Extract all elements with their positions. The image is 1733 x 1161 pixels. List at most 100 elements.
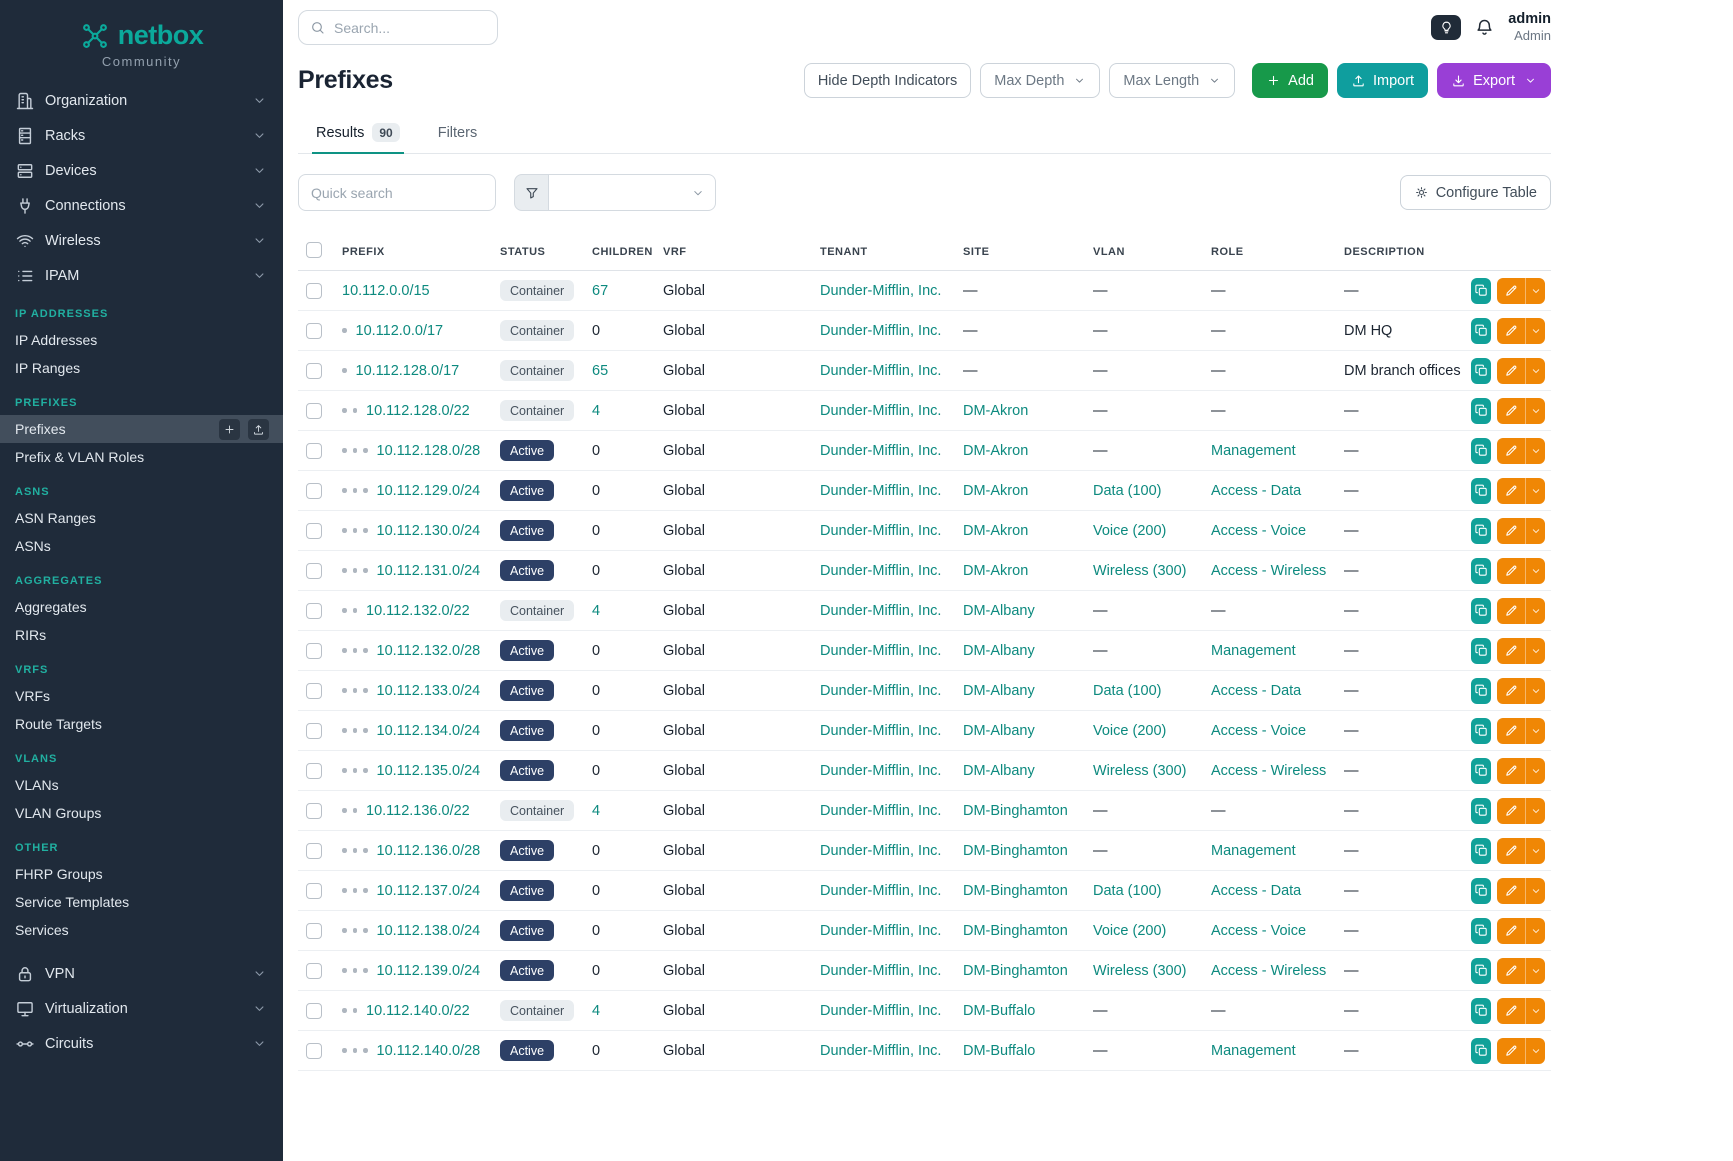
sidebar-item-ip-ranges[interactable]: IP Ranges — [0, 354, 283, 382]
row-actions-dropdown[interactable] — [1525, 598, 1545, 624]
row-actions-dropdown[interactable] — [1525, 558, 1545, 584]
prefix-link[interactable]: 10.112.0.0/17 — [356, 323, 444, 339]
sidebar-item-ipam[interactable]: IPAM — [0, 258, 283, 293]
site-link[interactable]: DM-Akron — [963, 563, 1028, 579]
role-link[interactable]: Management — [1211, 1043, 1296, 1059]
site-link[interactable]: DM-Binghamton — [963, 963, 1068, 979]
edit-button[interactable] — [1497, 998, 1525, 1024]
export-dropdown[interactable]: Export — [1437, 63, 1551, 98]
edit-button[interactable] — [1497, 1038, 1525, 1064]
row-checkbox[interactable] — [306, 763, 322, 779]
edit-button[interactable] — [1497, 598, 1525, 624]
tenant-link[interactable]: Dunder-Mifflin, Inc. — [820, 963, 941, 979]
theme-toggle-button[interactable] — [1431, 15, 1461, 40]
site-link[interactable]: DM-Buffalo — [963, 1043, 1035, 1059]
sidebar-item-rirs[interactable]: RIRs — [0, 621, 283, 649]
children-count-link[interactable]: 4 — [592, 803, 600, 819]
select-all-checkbox[interactable] — [306, 242, 322, 258]
children-count-link[interactable]: 4 — [592, 603, 600, 619]
column-header-children[interactable]: CHILDREN — [584, 237, 655, 267]
row-actions-dropdown[interactable] — [1525, 798, 1545, 824]
search-input[interactable] — [334, 20, 486, 36]
sidebar-item-connections[interactable]: Connections — [0, 188, 283, 223]
prefix-link[interactable]: 10.112.129.0/24 — [377, 483, 481, 499]
vlan-link[interactable]: Voice (200) — [1093, 523, 1166, 539]
role-link[interactable]: Access - Wireless — [1211, 963, 1326, 979]
row-actions-dropdown[interactable] — [1525, 958, 1545, 984]
tenant-link[interactable]: Dunder-Mifflin, Inc. — [820, 1003, 941, 1019]
tenant-link[interactable]: Dunder-Mifflin, Inc. — [820, 923, 941, 939]
edit-button[interactable] — [1497, 758, 1525, 784]
vlan-link[interactable]: Voice (200) — [1093, 723, 1166, 739]
role-link[interactable]: Access - Data — [1211, 683, 1301, 699]
site-link[interactable]: DM-Binghamton — [963, 923, 1068, 939]
row-checkbox[interactable] — [306, 843, 322, 859]
row-actions-dropdown[interactable] — [1525, 478, 1545, 504]
row-actions-dropdown[interactable] — [1525, 638, 1545, 664]
clone-button[interactable] — [1471, 718, 1491, 744]
sidebar-item-prefixes[interactable]: Prefixes — [0, 415, 283, 443]
prefix-link[interactable]: 10.112.139.0/24 — [377, 963, 481, 979]
site-link[interactable]: DM-Binghamton — [963, 803, 1068, 819]
role-link[interactable]: Access - Voice — [1211, 723, 1306, 739]
prefix-link[interactable]: 10.112.134.0/24 — [377, 723, 481, 739]
clone-button[interactable] — [1471, 438, 1491, 464]
prefix-link[interactable]: 10.112.131.0/24 — [377, 563, 481, 579]
tenant-link[interactable]: Dunder-Mifflin, Inc. — [820, 523, 941, 539]
vlan-link[interactable]: Data (100) — [1093, 683, 1162, 699]
upload-quick-button[interactable] — [248, 419, 269, 440]
vlan-link[interactable]: Wireless (300) — [1093, 563, 1186, 579]
configure-table-button[interactable]: Configure Table — [1400, 175, 1551, 210]
clone-button[interactable] — [1471, 878, 1491, 904]
edit-button[interactable] — [1497, 638, 1525, 664]
site-link[interactable]: DM-Albany — [963, 723, 1035, 739]
column-header-prefix[interactable]: PREFIX — [334, 237, 492, 267]
prefix-link[interactable]: 10.112.128.0/22 — [366, 403, 470, 419]
tenant-link[interactable]: Dunder-Mifflin, Inc. — [820, 443, 941, 459]
site-link[interactable]: DM-Akron — [963, 443, 1028, 459]
site-link[interactable]: DM-Buffalo — [963, 1003, 1035, 1019]
tenant-link[interactable]: Dunder-Mifflin, Inc. — [820, 723, 941, 739]
tenant-link[interactable]: Dunder-Mifflin, Inc. — [820, 683, 941, 699]
clone-button[interactable] — [1471, 358, 1491, 384]
site-link[interactable]: DM-Akron — [963, 523, 1028, 539]
row-checkbox[interactable] — [306, 563, 322, 579]
tenant-link[interactable]: Dunder-Mifflin, Inc. — [820, 603, 941, 619]
edit-button[interactable] — [1497, 278, 1525, 304]
children-count-link[interactable]: 4 — [592, 403, 600, 419]
edit-button[interactable] — [1497, 518, 1525, 544]
clone-button[interactable] — [1471, 918, 1491, 944]
vlan-link[interactable]: Voice (200) — [1093, 923, 1166, 939]
row-actions-dropdown[interactable] — [1525, 998, 1545, 1024]
sidebar-item-aggregates[interactable]: Aggregates — [0, 593, 283, 621]
tenant-link[interactable]: Dunder-Mifflin, Inc. — [820, 403, 941, 419]
site-link[interactable]: DM-Akron — [963, 483, 1028, 499]
prefix-link[interactable]: 10.112.136.0/28 — [377, 843, 481, 859]
column-header-vrf[interactable]: VRF — [655, 237, 812, 267]
row-checkbox[interactable] — [306, 963, 322, 979]
row-checkbox[interactable] — [306, 363, 322, 379]
sidebar-item-vrfs[interactable]: VRFs — [0, 682, 283, 710]
prefix-link[interactable]: 10.112.132.0/28 — [377, 643, 481, 659]
clone-button[interactable] — [1471, 478, 1491, 504]
role-link[interactable]: Management — [1211, 643, 1296, 659]
hide-depth-indicators-button[interactable]: Hide Depth Indicators — [804, 63, 971, 98]
site-link[interactable]: DM-Albany — [963, 603, 1035, 619]
row-checkbox[interactable] — [306, 683, 322, 699]
user-menu[interactable]: admin Admin — [1508, 10, 1551, 44]
children-count-link[interactable]: 4 — [592, 1003, 600, 1019]
clone-button[interactable] — [1471, 638, 1491, 664]
edit-button[interactable] — [1497, 318, 1525, 344]
prefix-link[interactable]: 10.112.130.0/24 — [377, 523, 481, 539]
row-actions-dropdown[interactable] — [1525, 878, 1545, 904]
role-link[interactable]: Access - Voice — [1211, 923, 1306, 939]
site-link[interactable]: DM-Albany — [963, 643, 1035, 659]
row-actions-dropdown[interactable] — [1525, 718, 1545, 744]
sidebar-item-racks[interactable]: Racks — [0, 118, 283, 153]
edit-button[interactable] — [1497, 918, 1525, 944]
clone-button[interactable] — [1471, 838, 1491, 864]
site-link[interactable]: DM-Binghamton — [963, 843, 1068, 859]
row-actions-dropdown[interactable] — [1525, 358, 1545, 384]
sidebar-item-route-targets[interactable]: Route Targets — [0, 710, 283, 738]
sidebar-item-circuits[interactable]: Circuits — [0, 1026, 283, 1061]
